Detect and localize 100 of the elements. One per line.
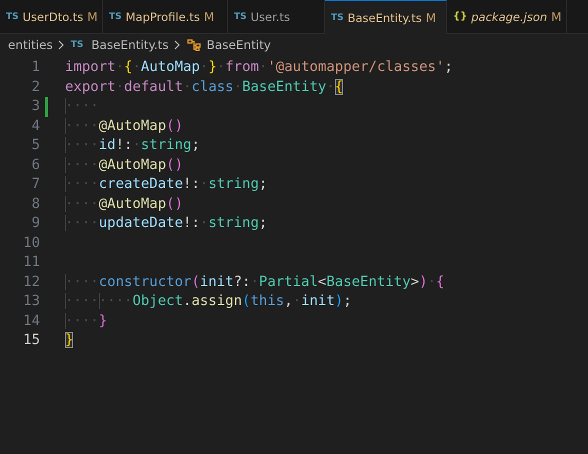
code-token: ?: — [234, 274, 250, 290]
code-token: ( — [242, 293, 250, 309]
typescript-file-icon: TS — [331, 12, 344, 22]
modified-indicator: M — [551, 10, 562, 24]
whitespace-dot: · — [234, 78, 242, 94]
code-token: this — [250, 293, 284, 309]
whitespace-dot: · — [200, 176, 208, 192]
indent-whitespace: ···· — [65, 312, 99, 328]
code-token: Partial — [258, 274, 318, 290]
code-token: from — [225, 59, 259, 75]
tab-label: UserDto.ts — [22, 10, 84, 24]
indent-whitespace: ···· — [65, 156, 99, 172]
code-token: id — [98, 137, 116, 153]
code-token: ) — [419, 274, 428, 290]
tab-label: MapProfile.ts — [126, 10, 200, 24]
code-token: init — [200, 274, 234, 290]
indent-whitespace: ···· — [65, 98, 99, 114]
code-token: { — [436, 274, 444, 290]
code-token: } — [65, 332, 74, 348]
line-number: 2 — [30, 78, 40, 96]
code-token: () — [166, 118, 184, 134]
code-token: { — [124, 59, 132, 75]
code-token: ( — [191, 274, 200, 290]
whitespace-dot: · — [116, 59, 124, 75]
breadcrumb-item[interactable]: BaseEntity.ts — [91, 38, 169, 52]
code-token: ; — [258, 215, 268, 231]
code-token: constructor — [98, 274, 192, 290]
whitespace-dot: · — [200, 59, 208, 75]
indent-whitespace: ···· — [65, 196, 99, 212]
typescript-file-icon: TS — [6, 12, 19, 22]
code-token: () — [166, 156, 184, 172]
code-token: ) — [334, 293, 344, 309]
tab-label: BaseEntity.ts — [348, 10, 422, 24]
code-token: '@automapper/classes' — [267, 59, 444, 75]
code-token: init — [301, 293, 335, 309]
code-token: } — [208, 59, 217, 75]
code-token: !: — [116, 137, 132, 153]
line-number: 7 — [30, 175, 40, 194]
code-token: ; — [191, 137, 200, 153]
whitespace-dot: · — [132, 137, 141, 153]
whitespace-dot: · — [183, 78, 192, 94]
tab-label: package.json — [471, 10, 548, 24]
code-token: import — [65, 59, 116, 75]
code-token: string — [140, 137, 192, 153]
line-number: 9 — [30, 214, 40, 233]
whitespace-dot: · — [132, 59, 141, 75]
code-token: < — [318, 274, 326, 290]
code-token: class — [191, 78, 234, 94]
code-token: > — [410, 274, 420, 290]
line-number: 10 — [22, 234, 40, 252]
code-token: !: — [183, 215, 200, 231]
chevron-icon — [56, 40, 65, 50]
line-number: 6 — [30, 156, 40, 174]
line-number: 14 — [22, 312, 40, 330]
code-token: () — [166, 196, 184, 212]
whitespace-dot: · — [428, 274, 436, 290]
class-symbol-icon — [186, 39, 201, 51]
line-number: 13 — [22, 292, 40, 311]
line-number: 8 — [30, 194, 40, 214]
code-token: assign — [191, 293, 242, 309]
code-token: ; — [258, 176, 268, 192]
chevron-icon — [172, 40, 181, 50]
code-token: AutoMap — [140, 59, 200, 75]
code-token: , — [284, 293, 293, 309]
whitespace-dot: · — [116, 78, 124, 94]
editor-tab[interactable]: TS BaseEntity.ts M — [325, 0, 447, 34]
typescript-file-icon: TS — [234, 12, 247, 22]
code-token: BaseEntity — [242, 78, 326, 94]
json-file-icon: {} — [453, 11, 468, 22]
typescript-file-icon: TS — [109, 12, 122, 22]
code-token: BaseEntity — [326, 274, 411, 290]
line-number: 3 — [30, 97, 40, 116]
code-token: @AutoMap — [98, 196, 166, 212]
code-token: createDate — [98, 176, 184, 192]
code-token: @AutoMap — [98, 118, 166, 134]
modified-indicator: M — [426, 10, 436, 24]
whitespace-dot: · — [258, 59, 268, 75]
whitespace-dot: · — [200, 215, 208, 231]
indent-whitespace: ···· — [65, 293, 99, 309]
line-number: 12 — [22, 272, 40, 292]
indent-whitespace: ···· — [65, 215, 99, 231]
line-number: 11 — [22, 253, 40, 272]
code-token: string — [208, 215, 259, 231]
code-token: string — [208, 176, 259, 192]
breadcrumb-item[interactable]: entities — [8, 38, 53, 52]
modified-indicator: M — [87, 10, 98, 24]
code-token: !: — [183, 176, 200, 192]
code-token: . — [183, 293, 192, 309]
indent-whitespace: ···· — [65, 118, 99, 134]
line-number: 15 — [22, 331, 40, 350]
code-token: updateDate — [98, 215, 184, 231]
breadcrumb-item[interactable]: BaseEntity — [206, 38, 271, 52]
whitespace-dot: · — [250, 274, 259, 290]
line-number: 1 — [30, 58, 40, 77]
modified-indicator: M — [204, 10, 214, 24]
indent-whitespace: ···· — [65, 274, 99, 290]
indent-whitespace: ···· — [65, 137, 99, 153]
code-token: @AutoMap — [98, 156, 166, 172]
code-token: ; — [444, 59, 453, 75]
code-token: { — [334, 78, 344, 94]
